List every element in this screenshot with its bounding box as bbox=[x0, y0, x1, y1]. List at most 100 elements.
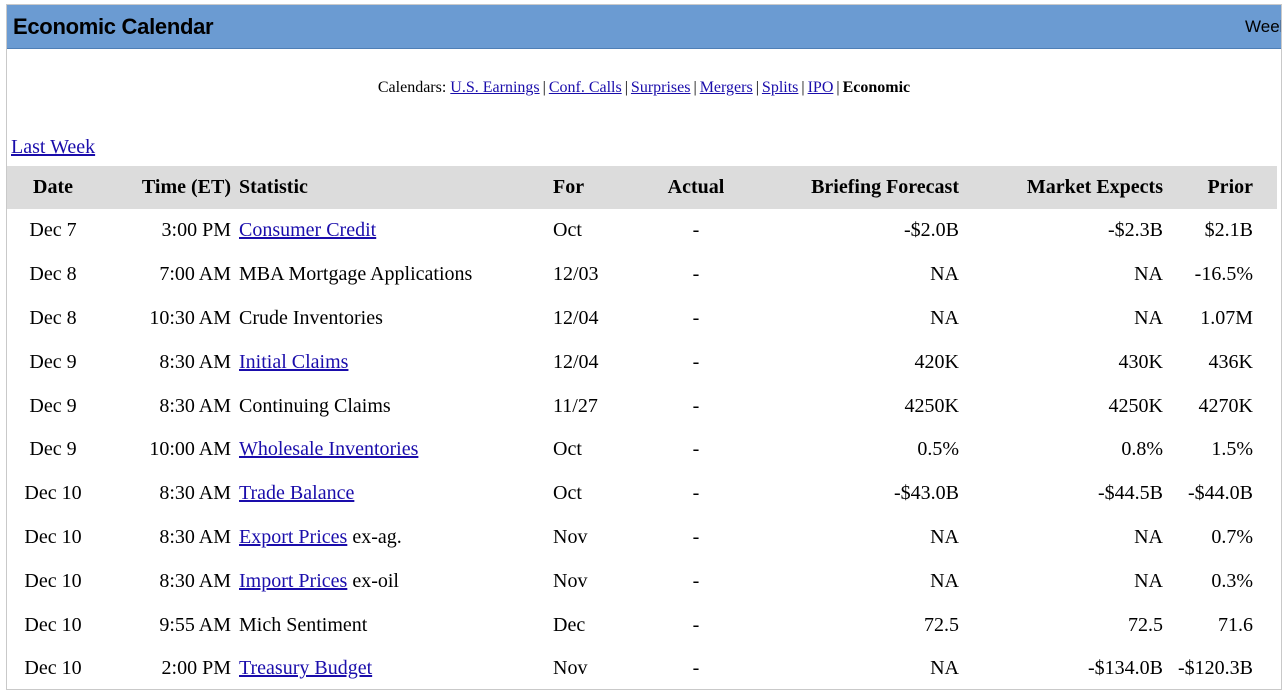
statistic-link[interactable]: Consumer Credit bbox=[239, 219, 376, 241]
for-cell: 12/04 bbox=[553, 306, 599, 329]
column-header-statistic: Statistic bbox=[239, 176, 308, 198]
prior-cell: -$120.3B bbox=[1178, 657, 1253, 680]
last-week-link[interactable]: Last Week bbox=[11, 136, 95, 159]
market-expects-cell: 72.5 bbox=[1128, 613, 1163, 636]
actual-cell: - bbox=[692, 394, 700, 417]
table-row: Dec 9 10:00 AM Wholesale Inventories Oct - 0.… bbox=[7, 428, 1277, 472]
prior-cell: -16.5% bbox=[1194, 263, 1253, 286]
statistic-link[interactable]: Treasury Budget bbox=[239, 657, 372, 679]
market-expects-cell: NA bbox=[1134, 263, 1163, 286]
briefing-forecast-cell: NA bbox=[930, 306, 959, 329]
statistic-suffix: ex-oil bbox=[347, 569, 399, 592]
table-header-row: Date Time (ET) Statistic For Actual Brie… bbox=[7, 166, 1277, 209]
statistic-link[interactable]: Wholesale Inventories bbox=[239, 438, 418, 460]
time-cell: 8:30 AM bbox=[159, 482, 231, 505]
briefing-forecast-cell: 72.5 bbox=[924, 613, 959, 636]
statistic-cell: Export Prices ex-ag. bbox=[239, 516, 553, 560]
briefing-forecast-cell: NA bbox=[930, 657, 959, 680]
prior-cell: $2.1B bbox=[1204, 219, 1253, 242]
date-cell: Dec 10 bbox=[24, 613, 82, 636]
market-expects-cell: NA bbox=[1134, 306, 1163, 329]
date-cell: Dec 7 bbox=[29, 219, 77, 242]
calendar-link-mergers[interactable]: Mergers bbox=[700, 79, 753, 96]
prior-cell: -$44.0B bbox=[1188, 482, 1253, 505]
economic-calendar-table: Date Time (ET) Statistic For Actual Brie… bbox=[7, 166, 1277, 689]
time-cell: 8:30 AM bbox=[159, 350, 231, 373]
prior-cell: 71.6 bbox=[1218, 613, 1253, 636]
time-cell: 10:00 AM bbox=[149, 438, 231, 461]
market-expects-cell: NA bbox=[1134, 569, 1163, 592]
calendar-link-splits[interactable]: Splits bbox=[762, 79, 798, 96]
market-expects-cell: 4250K bbox=[1108, 394, 1163, 417]
separator: | bbox=[693, 79, 697, 96]
actual-cell: - bbox=[692, 306, 700, 329]
column-header-date: Date bbox=[33, 176, 73, 198]
calendar-link-conf-calls[interactable]: Conf. Calls bbox=[549, 79, 622, 96]
separator: | bbox=[755, 79, 759, 96]
statistic-link[interactable]: Initial Claims bbox=[239, 351, 348, 373]
date-cell: Dec 9 bbox=[29, 438, 77, 461]
time-cell: 8:30 AM bbox=[159, 394, 231, 417]
for-cell: Nov bbox=[553, 569, 588, 592]
separator: | bbox=[624, 79, 628, 96]
for-cell: Oct bbox=[553, 219, 582, 242]
market-expects-cell: 430K bbox=[1118, 350, 1163, 373]
table-row: Dec 10 8:30 AM Trade Balance Oct - -$43.0B -$4… bbox=[7, 472, 1277, 516]
statistic-cell: Trade Balance bbox=[239, 472, 553, 516]
briefing-forecast-cell: 4250K bbox=[904, 394, 959, 417]
calendar-link-us-earnings[interactable]: U.S. Earnings bbox=[450, 79, 539, 96]
statistic-cell: Treasury Budget bbox=[239, 647, 553, 689]
statistic-link[interactable]: Export Prices bbox=[239, 526, 347, 548]
briefing-forecast-cell: 420K bbox=[914, 350, 959, 373]
statistic-link[interactable]: Import Prices bbox=[239, 570, 347, 592]
actual-cell: - bbox=[692, 438, 700, 461]
briefing-forecast-cell: -$43.0B bbox=[894, 482, 959, 505]
calendar-link-surprises[interactable]: Surprises bbox=[631, 79, 691, 96]
for-cell: Oct bbox=[553, 438, 582, 461]
actual-cell: - bbox=[692, 219, 700, 242]
calendar-link-ipo[interactable]: IPO bbox=[808, 79, 834, 96]
column-header-prior: Prior bbox=[1207, 176, 1253, 198]
statistic-label: Mich Sentiment bbox=[239, 613, 368, 636]
market-expects-cell: 0.8% bbox=[1121, 438, 1163, 461]
prior-cell: 436K bbox=[1208, 350, 1253, 373]
prior-cell: 0.7% bbox=[1211, 525, 1253, 548]
briefing-forecast-cell: -$2.0B bbox=[904, 219, 959, 242]
market-expects-cell: NA bbox=[1134, 525, 1163, 548]
separator: | bbox=[542, 79, 546, 96]
page-title: Economic Calendar bbox=[13, 14, 214, 39]
date-cell: Dec 8 bbox=[29, 306, 77, 329]
statistic-cell: Initial Claims bbox=[239, 340, 553, 384]
column-header-for: For bbox=[553, 176, 585, 198]
time-cell: 2:00 PM bbox=[161, 657, 231, 680]
prior-cell: 1.07M bbox=[1200, 306, 1253, 329]
date-cell: Dec 10 bbox=[24, 657, 82, 680]
time-cell: 10:30 AM bbox=[149, 306, 231, 329]
table-row: Dec 10 2:00 PM Treasury Budget Nov - NA -$134.… bbox=[7, 647, 1277, 689]
economic-calendar-frame: Economic Calendar Week Calendars: U.S. E… bbox=[6, 4, 1282, 690]
briefing-forecast-cell: NA bbox=[930, 525, 959, 548]
time-cell: 8:30 AM bbox=[159, 569, 231, 592]
date-cell: Dec 9 bbox=[29, 394, 77, 417]
statistic-cell: Import Prices ex-oil bbox=[239, 559, 553, 603]
actual-cell: - bbox=[692, 525, 700, 548]
for-cell: 12/03 bbox=[553, 263, 599, 286]
statistic-link[interactable]: Trade Balance bbox=[239, 482, 354, 504]
date-cell: Dec 10 bbox=[24, 525, 82, 548]
separator: | bbox=[836, 79, 840, 96]
for-cell: Nov bbox=[553, 525, 588, 548]
actual-cell: - bbox=[692, 613, 700, 636]
statistic-label: Crude Inventories bbox=[239, 306, 383, 329]
actual-cell: - bbox=[692, 657, 700, 680]
statistic-cell: Crude Inventories bbox=[239, 297, 553, 341]
statistic-cell: Mich Sentiment bbox=[239, 603, 553, 647]
briefing-forecast-cell: NA bbox=[930, 569, 959, 592]
date-cell: Dec 9 bbox=[29, 350, 77, 373]
statistic-label: Continuing Claims bbox=[239, 394, 391, 417]
table-row: Dec 10 8:30 AM Export Prices ex-ag. Nov - NA N… bbox=[7, 516, 1277, 560]
week-label: Week bbox=[1245, 17, 1281, 36]
column-header-time: Time (ET) bbox=[141, 176, 231, 198]
actual-cell: - bbox=[692, 350, 700, 373]
actual-cell: - bbox=[692, 482, 700, 505]
market-expects-cell: -$44.5B bbox=[1098, 482, 1163, 505]
